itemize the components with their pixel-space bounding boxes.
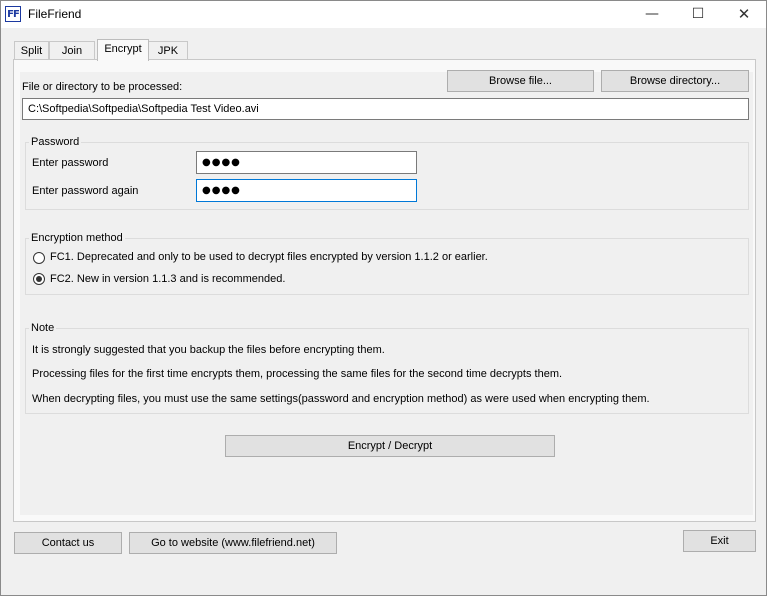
tab-split[interactable]: Split xyxy=(14,41,49,60)
contact-us-button[interactable]: Contact us xyxy=(14,532,122,554)
enter-password-again-label: Enter password again xyxy=(32,185,139,197)
note-line: When decrypting files, you must use the … xyxy=(32,393,650,405)
window-title: FileFriend xyxy=(28,7,82,21)
note-group-title: Note xyxy=(29,322,57,334)
tab-join[interactable]: Join xyxy=(49,41,95,60)
file-path-input[interactable]: C:\Softpedia\Softpedia\Softpedia Test Vi… xyxy=(22,98,749,120)
maximize-icon[interactable]: ☐ xyxy=(675,1,721,28)
tab-jpk[interactable]: JPK xyxy=(148,41,188,60)
exit-button[interactable]: Exit xyxy=(683,530,756,552)
fc2-radio[interactable] xyxy=(33,273,45,285)
enter-password-label: Enter password xyxy=(32,157,109,169)
app-icon: FF xyxy=(5,6,21,22)
encrypt-decrypt-button[interactable]: Encrypt / Decrypt xyxy=(225,435,555,457)
filefriend-window: FF FileFriend — ☐ ✕ Split Join Encrypt J… xyxy=(0,0,767,596)
fc1-radio[interactable] xyxy=(33,252,45,264)
password-group-title: Password xyxy=(29,136,82,148)
minimize-icon[interactable]: — xyxy=(629,1,675,28)
encryption-method-group xyxy=(25,238,749,295)
fc1-radio-label[interactable]: FC1. Deprecated and only to be used to d… xyxy=(50,251,488,263)
note-line: It is strongly suggested that you backup… xyxy=(32,344,385,356)
title-bar[interactable]: FF FileFriend — ☐ ✕ xyxy=(1,1,766,28)
browse-directory-button[interactable]: Browse directory... xyxy=(601,70,749,92)
fc2-radio-label[interactable]: FC2. New in version 1.1.3 and is recomme… xyxy=(50,273,285,285)
note-line: Processing files for the first time encr… xyxy=(32,368,563,380)
browse-file-button[interactable]: Browse file... xyxy=(447,70,594,92)
go-to-website-button[interactable]: Go to website (www.filefriend.net) xyxy=(129,532,337,554)
encryption-method-group-title: Encryption method xyxy=(29,232,125,244)
close-icon[interactable]: ✕ xyxy=(721,1,766,28)
file-path-label: File or directory to be processed: xyxy=(22,81,183,93)
password-again-input[interactable]: ●●●● xyxy=(196,179,417,202)
password-input[interactable]: ●●●● xyxy=(196,151,417,174)
tab-encrypt[interactable]: Encrypt xyxy=(97,39,149,61)
